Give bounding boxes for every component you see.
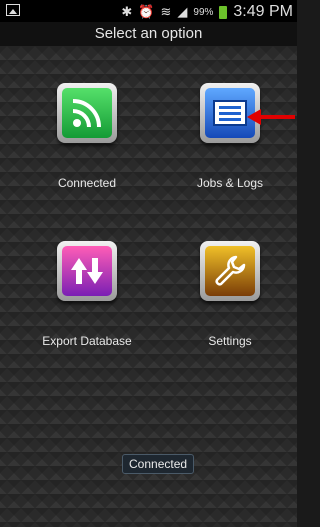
rss-feed-icon (62, 88, 112, 138)
menu-label-jobs-logs: Jobs & Logs (196, 176, 264, 190)
menu-label-settings: Settings (208, 334, 252, 348)
battery-icon (219, 5, 228, 19)
wrench-icon (205, 246, 255, 296)
red-arrow-icon (247, 109, 295, 125)
bluetooth-icon: ✱ (121, 4, 133, 19)
wifi-icon: ≋ (160, 4, 172, 19)
menu-item-settings[interactable]: Settings (170, 241, 290, 348)
status-toast: Connected (122, 454, 195, 474)
gallery-notification-icon (6, 4, 20, 16)
alarm-icon: ⏰ (138, 4, 155, 19)
menu-label-connected: Connected (57, 176, 117, 190)
clock: 3:49 PM (233, 3, 293, 20)
menu-item-jobs-logs[interactable]: Jobs & Logs (170, 83, 290, 190)
signal-icon: ◢ (177, 4, 188, 19)
status-bar: ✱ ⏰ ≋ ◢ 99% 3:49 PM (0, 0, 297, 22)
menu-label-export-database: Export Database (42, 334, 132, 348)
menu-item-export-database[interactable]: Export Database (27, 241, 147, 348)
menu-item-connected[interactable]: Connected (27, 83, 147, 190)
page-title: Select an option (0, 22, 297, 47)
up-down-arrows-icon (62, 246, 112, 296)
battery-percent: 99% (193, 6, 214, 18)
